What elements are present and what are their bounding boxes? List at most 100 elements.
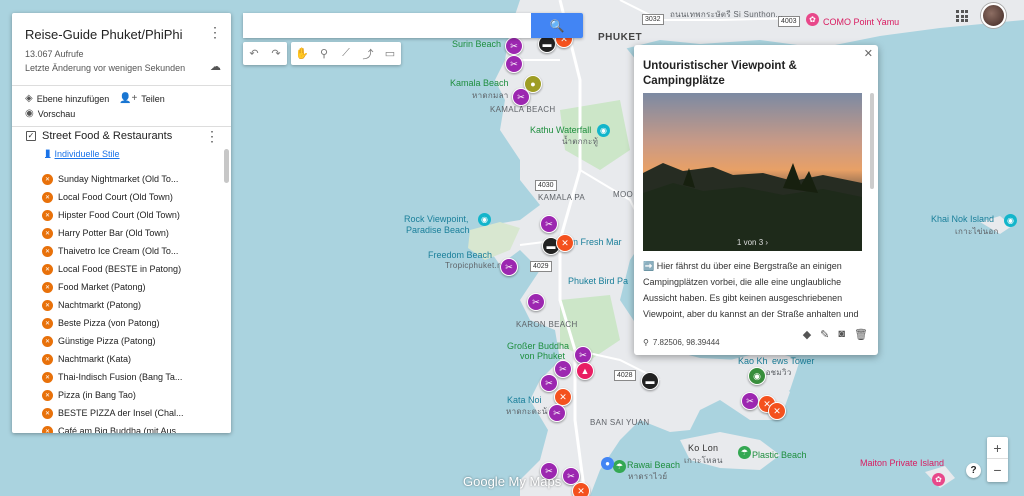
map-pin-viewpoint-camera[interactable]: ◉ [748,367,766,385]
poi-label-freedom[interactable]: Freedom Beach [428,250,492,260]
place-photo[interactable]: 1 von 3 › [643,93,862,251]
list-item[interactable]: ✕ Thaivetro Ice Cream (Old To... [42,242,222,260]
avatar[interactable] [981,3,1006,28]
poi-label-kao-khad[interactable]: Kao Kh [738,356,768,366]
poi-label-tropic: Tropicphuket.m [445,261,505,270]
panel-scrollbar[interactable] [224,149,229,183]
preview-button[interactable]: ◉ Vorschau [25,108,75,119]
poi-label-kathu[interactable]: Kathu Waterfall [530,125,591,135]
poi-label-khai-nok[interactable]: Khai Nok Island [931,214,994,224]
draw-line-icon[interactable]: ⟋ [335,42,357,65]
camera-poi-icon[interactable]: ◉ [597,124,610,137]
list-item-label: Local Food Court (Old Town) [58,192,173,202]
list-item[interactable]: ✕ Café am Big Buddha (mit Aus... [42,422,222,433]
route-icon[interactable]: ⤴ [357,42,379,65]
apps-grid-icon[interactable] [956,10,968,22]
map-pin-food[interactable]: ✂ [741,392,759,410]
poi-label-maiton[interactable]: Maiton Private Island [860,458,944,468]
map-pin-food[interactable]: ✂ [505,55,523,73]
place-list: ✕ Sunday Nightmarket (Old To... ✕ Local Foo… [42,170,222,433]
list-item[interactable]: ✕ Pizza (in Bang Tao) [42,386,222,404]
add-layer-button[interactable]: ◈ Ebene hinzufügen [25,93,109,104]
map-pin-restaurant[interactable]: ✕ [572,482,590,496]
camera-poi-icon[interactable]: ◉ [478,213,491,226]
poi-label-como[interactable]: COMO Point Yamu [823,17,899,27]
restaurant-icon: ✕ [42,299,53,311]
shop-poi-icon[interactable]: ● [601,457,614,470]
zoom-in-icon[interactable]: + [987,437,1008,459]
map-pin-restaurant[interactable]: ✕ [556,234,574,252]
map-pin-temple[interactable]: ▲ [576,362,594,380]
trash-icon[interactable]: 🗑 [854,328,868,341]
layer-options-icon[interactable]: ⋮ [205,129,219,143]
share-label: Teilen [141,93,165,104]
map-pin-restaurant[interactable]: ✕ [768,402,786,420]
list-item[interactable]: ✕ Hipster Food Court (Old Town) [42,206,222,224]
list-item[interactable]: ✕ Local Food Court (Old Town) [42,188,222,206]
poi-label-fresh-market[interactable]: an Fresh Mar [568,237,622,247]
paint-bucket-icon[interactable]: ◆ [803,328,811,341]
list-item[interactable]: ✕ BESTE PIZZA der Insel (Chal... [42,404,222,422]
paint-roller-icon: ▮ [45,148,51,159]
map-pin-food[interactable]: ✂ [505,37,523,55]
poi-label-kamala[interactable]: Kamala Beach [450,78,509,88]
map-pin-food[interactable]: ✂ [540,215,558,233]
map-panel: Reise-Guide Phuket/PhiPhi ⋮ 13.067 Aufru… [12,13,231,433]
map-pin-food[interactable]: ✂ [540,374,558,392]
map-pin-food[interactable]: ✂ [527,293,545,311]
search-button[interactable]: 🔍 [531,13,583,38]
list-item[interactable]: ✕ Sunday Nightmarket (Old To... [42,170,222,188]
photo-counter[interactable]: 1 von 3 › [643,238,862,247]
poi-label-bird-park[interactable]: Phuket Bird Pa [568,276,628,286]
list-item[interactable]: ✕ Günstige Pizza (Patong) [42,332,222,350]
pencil-icon[interactable]: ✎ [820,328,829,341]
ruler-icon[interactable]: ▭ [379,42,401,65]
marker-icon[interactable]: ⚲ [313,42,335,65]
map-pin-hotel-selected[interactable]: ▬ [641,372,659,390]
poi-label-big-buddha[interactable]: Großer Buddha [507,341,569,351]
list-item[interactable]: ✕ Harry Potter Bar (Old Town) [42,224,222,242]
list-item[interactable]: ✕ Food Market (Patong) [42,278,222,296]
list-item[interactable]: ✕ Nachtmarkt (Kata) [42,350,222,368]
more-options-icon[interactable]: ⋮ [208,25,222,39]
hand-icon[interactable]: ✋ [291,42,313,65]
poi-label-surin[interactable]: Surin Beach [452,39,501,49]
poi-label-big-buddha-2[interactable]: von Phuket [520,351,565,361]
camera-icon[interactable]: ◙ [838,328,845,341]
list-item[interactable]: ✕ Local Food (BESTE in Patong) [42,260,222,278]
list-item[interactable]: ✕ Nachtmarkt (Patong) [42,296,222,314]
map-pin-food[interactable]: ✂ [554,360,572,378]
beach-poi-icon[interactable]: ☂ [738,446,751,459]
help-icon[interactable]: ? [966,463,981,478]
map-title[interactable]: Reise-Guide Phuket/PhiPhi [25,27,183,42]
poi-label-plastic-beach[interactable]: Plastic Beach [752,450,807,460]
poi-label-paradise[interactable]: Paradise Beach [406,225,470,235]
map-pin-food[interactable]: ✂ [548,404,566,422]
share-button[interactable]: 👤+ Teilen [119,93,165,104]
poi-label-rawai[interactable]: Rawai Beach [627,460,680,470]
map-pin-food[interactable]: ✂ [512,88,530,106]
close-icon[interactable]: ✕ [864,47,873,60]
poi-label-kata-noi[interactable]: Kata Noi [507,395,542,405]
redo-icon[interactable]: ↷ [265,42,287,65]
poi-label-views-tower[interactable]: ews Tower [772,356,814,366]
zoom-out-icon[interactable]: − [987,459,1008,481]
beach-poi-icon[interactable]: ☂ [613,460,626,473]
layer-name[interactable]: Street Food & Restaurants [42,130,172,142]
search-input[interactable] [243,13,531,38]
layers-icon: ◈ [25,93,33,104]
popup-scrollbar[interactable] [870,93,874,189]
undo-icon[interactable]: ↶ [243,42,265,65]
poi-label-rock-viewpoint[interactable]: Rock Viewpoint, [404,214,468,224]
camera-poi-icon[interactable]: ◉ [1004,214,1017,227]
road-shield: 3032 [642,14,664,25]
individual-styles-link[interactable]: ▮ Individuelle Stile [45,148,120,159]
list-item[interactable]: ✕ Beste Pizza (von Patong) [42,314,222,332]
hotel-icon[interactable]: ✿ [806,13,819,26]
list-item[interactable]: ✕ Thai-Indisch Fusion (Bang Ta... [42,368,222,386]
hotel-icon[interactable]: ✿ [932,473,945,486]
layer-checkbox[interactable]: ✓ [26,131,36,141]
restaurant-icon: ✕ [42,425,53,433]
map-pin-food[interactable]: ✂ [500,258,518,276]
list-item-label: Thaivetro Ice Cream (Old To... [58,246,179,256]
